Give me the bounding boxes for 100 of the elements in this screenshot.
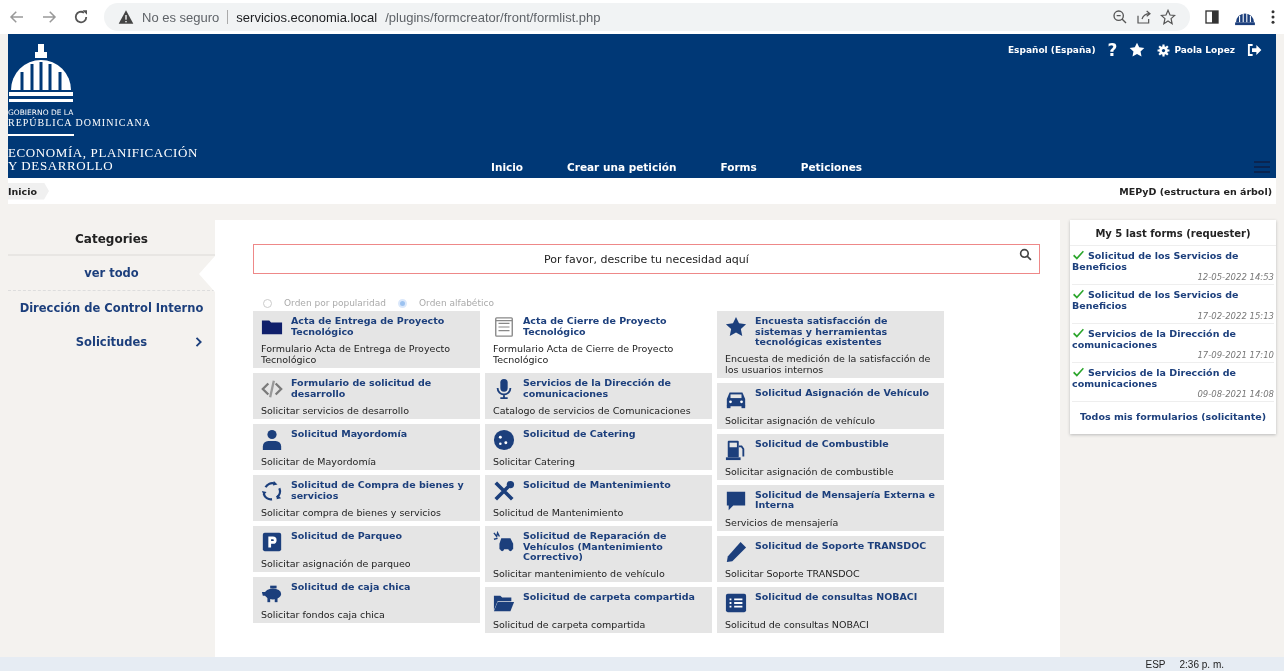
form-link[interactable]: Servicios de la Dirección de comunicaciones <box>1072 367 1274 389</box>
form-description: Catalogo de servicios de Comunicaciones <box>493 405 692 416</box>
check-icon <box>1072 367 1085 378</box>
sidebar-icon[interactable] <box>1204 9 1220 25</box>
form-title: Solicitud de Reparación de Vehículos (Mantenimiento Correctivo) <box>523 531 668 563</box>
list-icon <box>725 591 747 614</box>
tools-icon <box>493 480 515 502</box>
fuel-icon <box>725 438 747 461</box>
form-card[interactable]: Solicitud de Mantenimiento Solicitud de Mantenimiento <box>485 475 712 521</box>
bookmark-star-icon[interactable] <box>1160 9 1176 25</box>
form-description: Formulario Acta de Cierre de Proyecto Tecnológico <box>493 343 675 365</box>
url-path: /plugins/formcreator/front/formlist.php <box>385 9 601 25</box>
input-language[interactable]: ESP <box>1145 658 1166 670</box>
help-link[interactable]: ? <box>1107 40 1118 60</box>
nav-link[interactable]: Peticiones <box>800 161 863 173</box>
url-host: servicios.economia.local <box>236 9 378 25</box>
form-card[interactable]: Solicitud de Reparación de Vehículos (Mantenimiento Correctivo) Solicitar mantenimiento de vehículo <box>485 526 712 582</box>
breadcrumb-link[interactable]: Inicio <box>8 182 49 200</box>
form-title: Servicios de la Dirección de comunicaciones <box>523 378 672 399</box>
form-card[interactable]: Solicitud de Parqueo Solicitar asignación de parqueo <box>253 526 480 572</box>
form-card[interactable]: Acta de Entrega de Proyecto Tecnológico Formulario Acta de Entrega de Proyecto Tecnológico <box>253 311 480 368</box>
form-link[interactable]: Solicitud de los Servicios de Beneficios <box>1072 250 1274 272</box>
star-icon[interactable] <box>1129 42 1146 58</box>
check-icon <box>1072 328 1085 339</box>
form-link[interactable]: Solicitud de los Servicios de Beneficios <box>1072 289 1274 311</box>
search-field[interactable]: Por favor, describe tu necesidad aquí <box>253 244 1040 274</box>
form-card[interactable]: Solicitud de Catering Solicitar Catering <box>485 424 712 470</box>
form-card[interactable]: Solicitud Asignación de Vehículo Solicitar asignación de vehículo <box>717 382 944 429</box>
more-icon[interactable] <box>1270 8 1276 26</box>
form-description: Solicitar servicios de desarrollo <box>261 405 410 416</box>
form-description: Solicitud de consultas NOBACI <box>725 618 870 630</box>
form-description: Solicitar de Mayordomía <box>261 456 378 467</box>
nav-link[interactable]: Crear una petición <box>567 161 677 173</box>
cycle-icon <box>261 480 283 502</box>
form-title: Acta de Entrega de Proyecto Tecnológico <box>291 316 446 337</box>
form-card[interactable]: Solicitud de Mensajería Externa e Interna Servicios de mensajería <box>717 484 944 531</box>
logo-title: REPÚBLICA DOMINICANA <box>8 117 152 128</box>
logout-icon[interactable] <box>1247 43 1262 57</box>
form-date: 09-08-2021 14:08 <box>1197 389 1274 399</box>
parking-icon <box>261 531 283 553</box>
form-description: Solicitud de Mantenimiento <box>493 507 625 518</box>
form-title: Solicitud de Compra de bienes y servicios <box>291 480 465 501</box>
code-icon <box>261 378 283 400</box>
form-card[interactable]: Solicitud de carpeta compartida Solicitud de carpeta compartida <box>485 586 712 633</box>
form-date: 12-05-2022 14:53 <box>1197 272 1274 282</box>
zoom-out-icon[interactable] <box>1112 9 1128 25</box>
comment-icon <box>725 489 747 512</box>
car-crash-icon <box>493 531 515 553</box>
form-description: Solicitar Soporte TRANSDOC <box>725 567 861 579</box>
form-card[interactable]: Solicitud de Compra de bienes y servicios Solicitar compra de bienes y servicios <box>253 475 480 521</box>
user-link[interactable]: Paola Lopez <box>1157 43 1235 57</box>
all-forms-link[interactable]: Todos mis formularios (solicitante) <box>1070 402 1276 434</box>
form-description: Solicitar asignación de vehículo <box>725 414 877 426</box>
category-item[interactable]: Dirección de Control Interno <box>8 291 215 325</box>
forward-icon[interactable] <box>40 8 58 26</box>
form-title: Solicitud de carpeta compartida <box>523 591 696 602</box>
form-card[interactable]: Solicitud Mayordomía Solicitar de Mayordomía <box>253 424 480 470</box>
ministry-name: Y DESARROLLO <box>8 159 114 172</box>
form-description: Solicitar compra de bienes y servicios <box>261 507 442 518</box>
reload-icon[interactable] <box>72 8 90 26</box>
form-card[interactable]: Formulario de solicitud de desarrollo Solicitar servicios de desarrollo <box>253 373 480 419</box>
check-icon <box>1072 289 1085 300</box>
form-description: Solicitar fondos caja chica <box>261 609 386 620</box>
form-link[interactable]: Servicios de la Dirección de comunicaciones <box>1072 328 1274 350</box>
address-bar[interactable]: No es seguro servicios.economia.local /plugins/formcreator/front/formlist.php <box>104 3 1190 31</box>
form-icon <box>493 316 515 338</box>
form-title: Solicitud de Mensajería Externa e Interna <box>755 489 936 511</box>
share-icon[interactable] <box>1136 9 1152 25</box>
pencil-icon <box>725 540 747 563</box>
form-card[interactable]: Solicitud de Combustible Solicitar asignación de combustible <box>717 433 944 480</box>
ministry-name: ECONOMÍA, PLANIFICACIÓN <box>8 146 199 159</box>
form-card[interactable]: Servicios de la Dirección de comunicaciones Catalogo de servicios de Comunicaciones <box>485 373 712 419</box>
form-description: Solicitar Catering <box>493 456 577 467</box>
form-title: Solicitud de consultas NOBACI <box>755 591 919 602</box>
person-icon <box>261 429 283 451</box>
form-description: Solicitar mantenimiento de vehículo <box>493 567 666 579</box>
chevron-right-icon[interactable] <box>195 337 203 347</box>
form-title: Solicitud Mayordomía <box>291 429 409 440</box>
form-card[interactable]: Encuesta satisfacción de sistemas y herramientas tecnológicas existentes Encuesta de medición de la satisfacción de los usuarios internos <box>717 311 944 378</box>
form-title: Solicitud de Soporte TRANSDOC <box>755 540 928 551</box>
language-selector[interactable]: Español (España) <box>1007 45 1096 55</box>
panel-title: My 5 last forms (requester) <box>1070 220 1276 246</box>
nav-link[interactable]: Forms <box>720 161 757 173</box>
cookie-icon <box>493 429 515 451</box>
search-icon[interactable] <box>1019 248 1032 261</box>
entity-selector[interactable]: MEPyD (estructura en árbol) <box>1119 185 1276 197</box>
form-card[interactable]: Solicitud de Soporte TRANSDOC Solicitar Soporte TRANSDOC <box>717 535 944 582</box>
form-title: Solicitud de caja chica <box>291 582 412 593</box>
form-description: Encuesta de medición de la satisfacción de los usuarios internos <box>725 352 932 375</box>
form-card[interactable]: Solicitud de consultas NOBACI Solicitud de consultas NOBACI <box>717 586 944 633</box>
back-icon[interactable] <box>8 8 26 26</box>
radio-button[interactable] <box>398 298 407 308</box>
form-card[interactable]: Solicitud de caja chica Solicitar fondos caja chica <box>253 577 480 623</box>
clock[interactable]: 2:36 p. m. <box>1179 658 1224 670</box>
star-icon <box>725 316 747 338</box>
form-title: Solicitud de Combustible <box>755 438 890 449</box>
category-item[interactable]: Solicitudes <box>8 325 215 359</box>
form-description: Solicitud de carpeta compartida <box>493 618 647 630</box>
nav-link[interactable]: Inicio <box>491 161 524 173</box>
form-title: Formulario de solicitud de desarrollo <box>291 378 433 399</box>
